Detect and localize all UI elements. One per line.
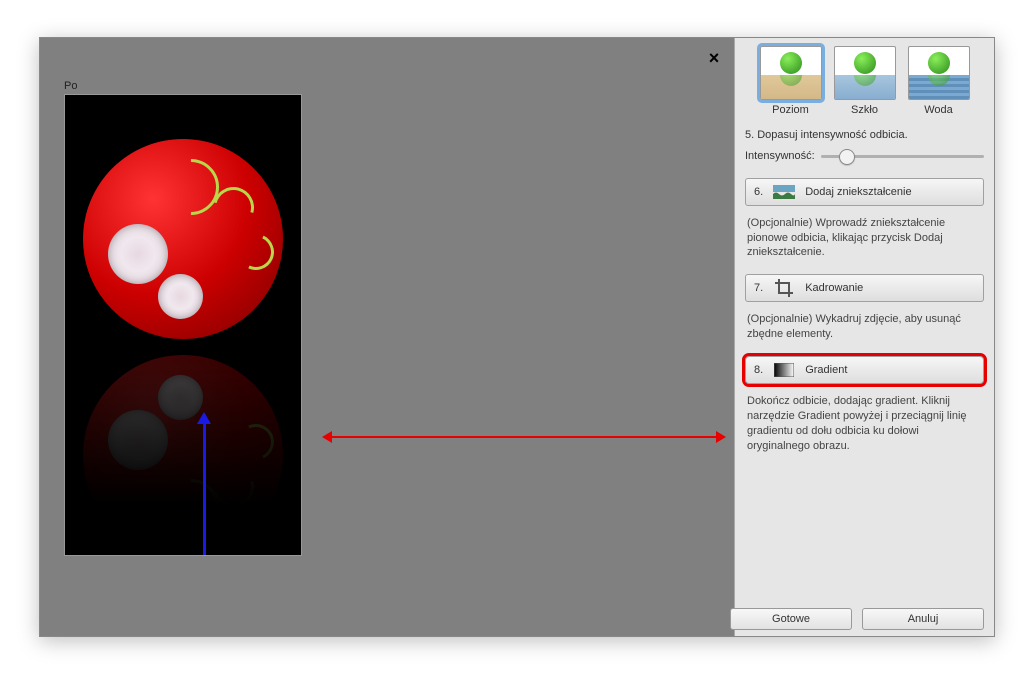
poziom-icon [760,46,822,100]
woda-label: Woda [924,104,953,116]
intensity-row: Intensywność: [745,148,984,164]
szklo-label: Szkło [851,104,878,116]
reflection-dialog: × Po [39,37,995,637]
szklo-icon [834,46,896,100]
step7-button[interactable]: 7. Kadrowanie [745,274,984,302]
poziom-label: Poziom [772,104,809,116]
reflection-type-row: Poziom Szkło Woda [745,46,984,116]
step8-label: Gradient [805,364,847,376]
step8-button[interactable]: 8. Gradient [745,356,984,384]
intensity-label: Intensywność: [745,150,815,162]
step6-desc: (Opcjonalnie) Wprowadź zniekształcenie p… [747,216,982,261]
gradient-direction-arrow [203,415,206,556]
step7-label: Kadrowanie [805,282,863,294]
distort-icon [773,184,795,200]
close-icon[interactable]: × [704,48,724,68]
step7-number: 7. [754,282,763,294]
woda-icon [908,46,970,100]
step6-label: Dodaj zniekształcenie [805,186,911,198]
done-button[interactable]: Gotowe [730,608,852,630]
dialog-buttons: Gotowe Anuluj [745,598,984,630]
reflection-option-poziom[interactable]: Poziom [758,46,824,116]
cancel-button[interactable]: Anuluj [862,608,984,630]
step6-button[interactable]: 6. Dodaj zniekształcenie [745,178,984,206]
reflection-option-woda[interactable]: Woda [906,46,972,116]
after-label: Po [64,80,77,92]
step8-number: 8. [754,364,763,376]
step7-desc: (Opcjonalnie) Wykadruj zdjęcie, aby usun… [747,312,982,342]
gradient-icon [773,362,795,378]
preview-area: × Po [40,38,734,636]
step5-text: 5. Dopasuj intensywność odbicia. [745,128,984,142]
crop-icon [773,280,795,296]
step8-desc: Dokończ odbicie, dodając gradient. Klikn… [747,394,982,453]
annotation-arrow [326,436,722,438]
side-panel: Poziom Szkło Woda 5. Dopasuj intensywnoś… [734,38,994,636]
reflection-option-szklo[interactable]: Szkło [832,46,898,116]
preview-image[interactable] [64,94,302,556]
intensity-slider[interactable] [821,148,984,164]
step6-number: 6. [754,186,763,198]
